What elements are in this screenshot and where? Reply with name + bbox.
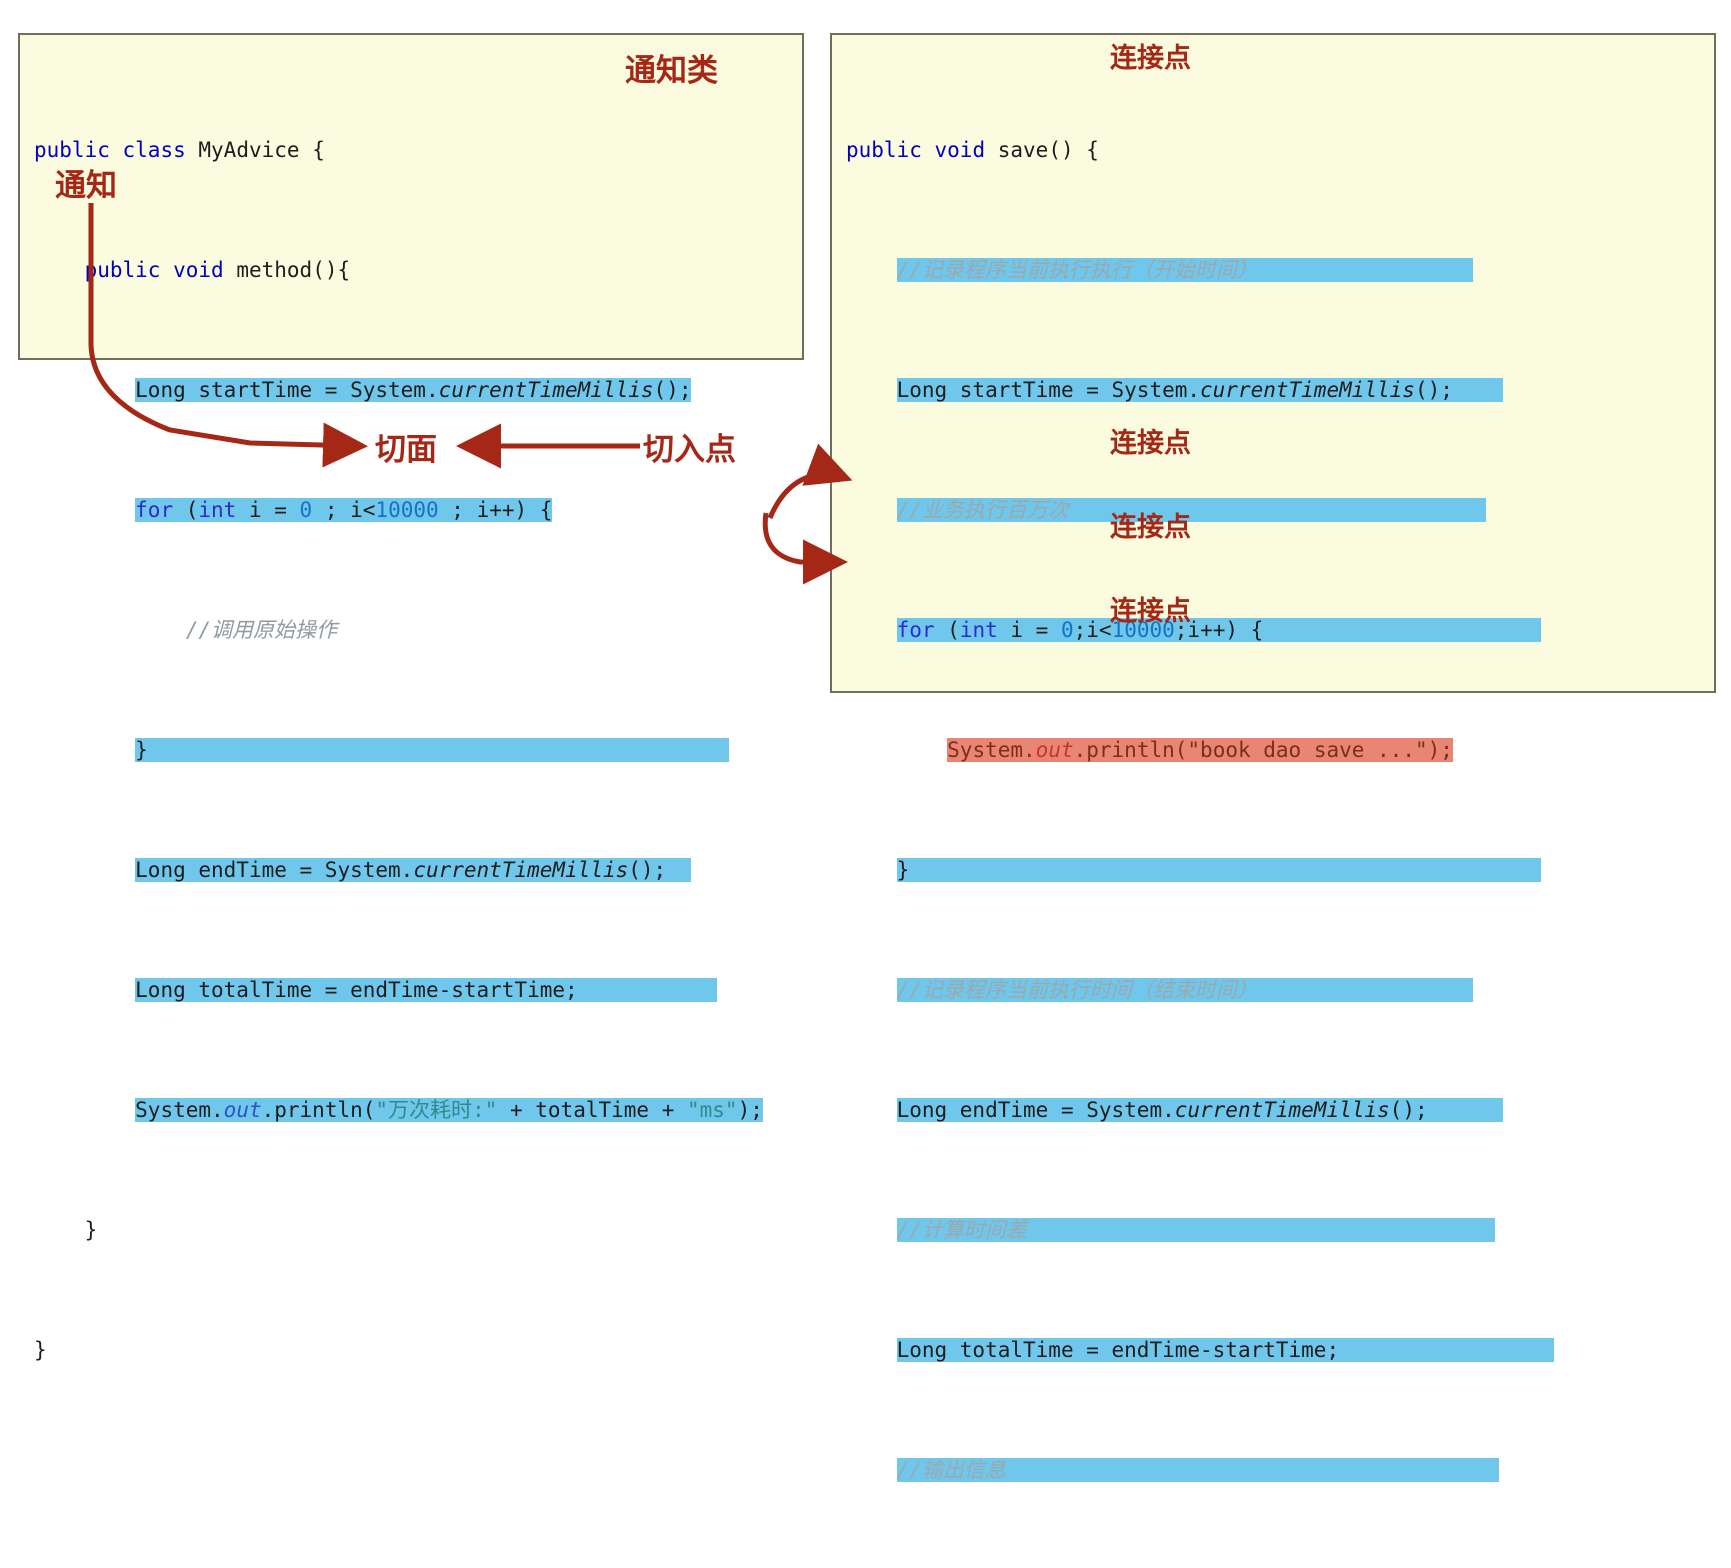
code-line: Long totalTime = endTime-startTime; xyxy=(135,978,717,1002)
label-advice: 通知 xyxy=(55,168,117,204)
code-line: Long endTime = System.currentTimeMillis(… xyxy=(135,858,692,882)
label-joinpoint-update: 连接点 xyxy=(1110,428,1191,459)
code-line: } xyxy=(34,1218,98,1242)
label-joinpoint-save: 连接点 xyxy=(1110,43,1191,74)
code-line: } xyxy=(135,738,730,762)
code-line: Long startTime = System.currentTimeMilli… xyxy=(135,378,692,402)
code-line: Long startTime = System.currentTimeMilli… xyxy=(896,378,1504,402)
code-line: } xyxy=(34,1338,47,1362)
label-pointcut: 切入点 xyxy=(643,432,736,468)
code-line: public void method(){ xyxy=(84,258,351,282)
code-line: for (int i = 0;i<10000;i++) { xyxy=(896,618,1542,642)
code-line: //业务执行百万次 xyxy=(896,498,1487,522)
code-line: System.out.println("book dao save ..."); xyxy=(947,738,1453,762)
dao-class-code-panel: public void save() { //记录程序当前执行执行（开始时间） … xyxy=(830,33,1716,1482)
code-line: //记录程序当前执行时间（结束时间） xyxy=(896,978,1473,1002)
label-advice-class: 通知类 xyxy=(625,53,718,89)
code-line: for (int i = 0 ; i<10000 ; i++) { xyxy=(135,498,553,522)
code-line: Long totalTime = endTime-startTime; xyxy=(896,1338,1555,1362)
code-line: Long endTime = System.currentTimeMillis(… xyxy=(896,1098,1504,1122)
label-aspect: 切面 xyxy=(375,432,437,468)
code-line: public void save() { xyxy=(846,138,1099,162)
code-line: //输出信息 xyxy=(896,1458,1499,1482)
code-line: System.out.println("万次耗时:" + totalTime +… xyxy=(135,1098,763,1122)
code-line: public class MyAdvice { xyxy=(34,138,325,162)
code-line: //调用原始操作 xyxy=(185,618,338,642)
code-line: //计算时间差 xyxy=(896,1218,1495,1242)
code-line: } xyxy=(896,858,1542,882)
label-joinpoint-select: 连接点 xyxy=(1110,596,1191,627)
code-line: //记录程序当前执行执行（开始时间） xyxy=(896,258,1473,282)
label-joinpoint-delete: 连接点 xyxy=(1110,512,1191,543)
